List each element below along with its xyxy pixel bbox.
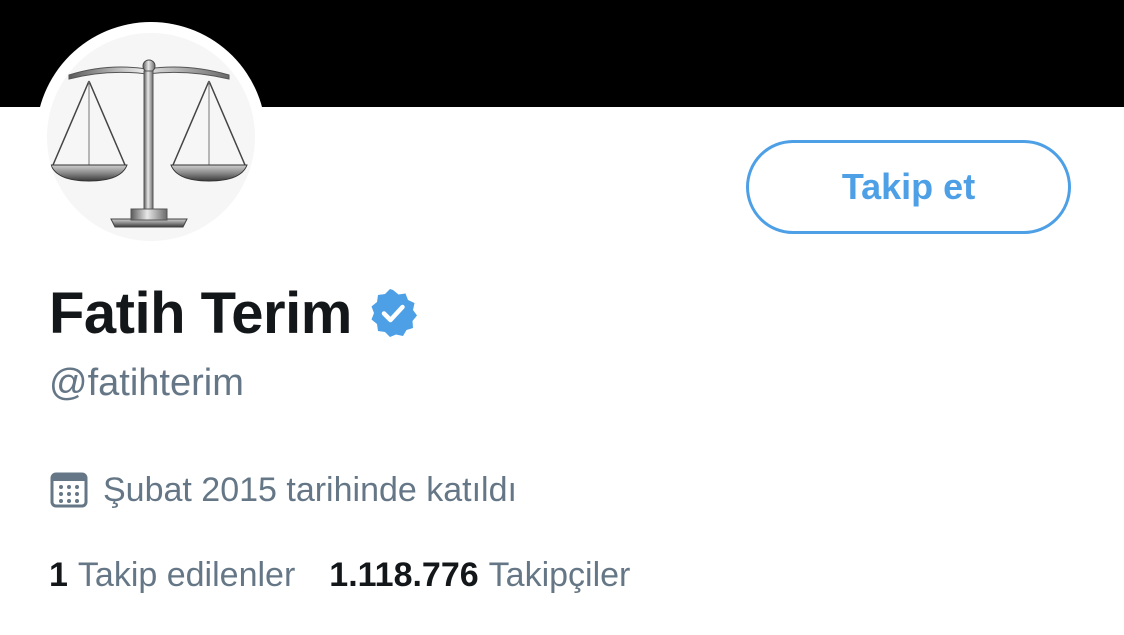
following-count: 1 xyxy=(49,555,68,594)
following-label: Takip edilenler xyxy=(77,555,296,594)
followers-count: 1.118.776 xyxy=(329,555,479,594)
avatar[interactable] xyxy=(47,33,255,241)
following-link[interactable]: 1 Takip edilenler xyxy=(49,556,295,595)
scales-of-justice-icon xyxy=(50,59,248,228)
profile-handle: @fatihterim xyxy=(49,362,244,404)
profile-name-row: Fatih Terim xyxy=(49,278,418,348)
verified-badge-icon xyxy=(371,289,417,337)
profile-stats: 1 Takip edilenler 1.118.776 Takipçiler xyxy=(49,553,630,597)
profile-name: Fatih Terim xyxy=(49,280,352,346)
follow-button[interactable]: Takip et xyxy=(746,140,1071,234)
avatar-frame xyxy=(36,22,266,252)
followers-link[interactable]: 1.118.776 Takipçiler xyxy=(329,556,630,595)
profile-page: Takip et Fatih Terim @fatihterim Şubat 2… xyxy=(0,0,1124,635)
followers-label: Takipçiler xyxy=(488,555,631,594)
calendar-icon xyxy=(50,472,88,508)
joined-date-row: Şubat 2015 tarihinde katıldı xyxy=(49,468,517,512)
joined-date-text: Şubat 2015 tarihinde katıldı xyxy=(103,470,517,509)
